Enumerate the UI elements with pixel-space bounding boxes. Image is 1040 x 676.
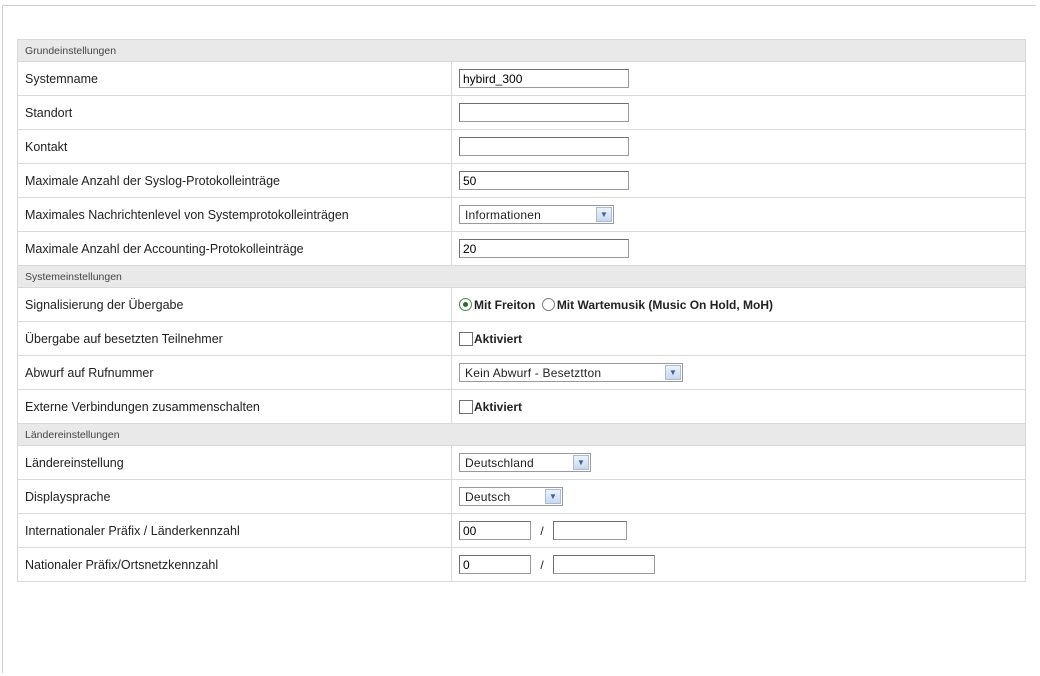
field-label: Displaysprache — [17, 479, 452, 514]
section-title: Grundeinstellungen — [16, 39, 1027, 62]
chevron-down-icon[interactable]: ▼ — [573, 455, 589, 470]
row-abwurf: Abwurf auf Rufnummer Kein Abwurf - Beset… — [17, 355, 1027, 390]
systemname-input[interactable] — [459, 69, 629, 88]
checkbox-label: Aktiviert — [474, 331, 523, 346]
checkbox-label: Aktiviert — [474, 399, 523, 414]
field-label: Internationaler Präfix / Länderkennzahl — [17, 513, 452, 548]
radio-label: Mit Freiton — [474, 297, 536, 312]
radio-mit-wartemusik[interactable] — [541, 298, 555, 312]
field-label: Abwurf auf Rufnummer — [17, 355, 452, 390]
row-national-prefix: Nationaler Präfix/Ortsnetzkennzahl / — [17, 547, 1027, 582]
section-header-laendereinstellungen: Ländereinstellungen — [16, 423, 1027, 446]
section-title: Systemeinstellungen — [16, 265, 1027, 288]
separator: / — [540, 523, 544, 538]
field-label: Maximales Nachrichtenlevel von Systempro… — [17, 197, 452, 232]
abwurf-select[interactable]: Kein Abwurf - Besetztton ▼ — [459, 363, 683, 382]
row-kontakt: Kontakt — [17, 129, 1027, 164]
field-label: Nationaler Präfix/Ortsnetzkennzahl — [17, 547, 452, 582]
field-label: Signalisierung der Übergabe — [17, 287, 452, 322]
select-value: Deutsch — [465, 489, 511, 504]
settings-form: Grundeinstellungen Systemname Standort K… — [16, 39, 1027, 582]
area-code-input[interactable] — [553, 555, 655, 574]
extern-connect-checkbox[interactable] — [459, 399, 473, 414]
chevron-down-icon[interactable]: ▼ — [545, 489, 561, 504]
national-prefix-input[interactable] — [459, 555, 531, 574]
field-label: Externe Verbindungen zusammenschalten — [17, 389, 452, 424]
chevron-down-icon[interactable]: ▼ — [596, 207, 612, 222]
row-intl-prefix: Internationaler Präfix / Länderkennzahl … — [17, 513, 1027, 548]
row-message-level: Maximales Nachrichtenlevel von Systempro… — [17, 197, 1027, 232]
intl-prefix-input[interactable] — [459, 521, 531, 540]
row-extern-connect: Externe Verbindungen zusammenschalten Ak… — [17, 389, 1027, 424]
select-value: Kein Abwurf - Besetztton — [465, 365, 602, 380]
select-value: Deutschland — [465, 455, 534, 470]
row-accounting-max: Maximale Anzahl der Accounting-Protokoll… — [17, 231, 1027, 266]
row-laendereinstellung: Ländereinstellung Deutschland ▼ — [17, 445, 1027, 480]
field-label: Standort — [17, 95, 452, 130]
select-value: Informationen — [465, 207, 541, 222]
field-label: Systemname — [17, 61, 452, 96]
row-standort: Standort — [17, 95, 1027, 130]
syslog-max-input[interactable] — [459, 171, 629, 190]
field-label: Maximale Anzahl der Syslog-Protokolleint… — [17, 163, 452, 198]
country-select[interactable]: Deutschland ▼ — [459, 453, 591, 472]
row-busy-transfer: Übergabe auf besetzten Teilnehmer Aktivi… — [17, 321, 1027, 356]
separator: / — [540, 557, 544, 572]
field-label: Maximale Anzahl der Accounting-Protokoll… — [17, 231, 452, 266]
radio-label: Mit Wartemusik (Music On Hold, MoH) — [556, 297, 774, 312]
kontakt-input[interactable] — [459, 137, 629, 156]
country-code-input[interactable] — [553, 521, 627, 540]
busy-transfer-checkbox[interactable] — [459, 331, 473, 346]
field-label: Ländereinstellung — [17, 445, 452, 480]
row-displaysprache: Displaysprache Deutsch ▼ — [17, 479, 1027, 514]
section-header-systemeinstellungen: Systemeinstellungen — [16, 265, 1027, 288]
message-level-select[interactable]: Informationen ▼ — [459, 205, 614, 224]
accounting-max-input[interactable] — [459, 239, 629, 258]
radio-mit-freiton[interactable] — [459, 298, 472, 312]
chevron-down-icon[interactable]: ▼ — [665, 365, 681, 380]
field-label: Kontakt — [17, 129, 452, 164]
section-title: Ländereinstellungen — [16, 423, 1027, 446]
row-signalisierung: Signalisierung der Übergabe Mit Freiton … — [17, 287, 1027, 322]
standort-input[interactable] — [459, 103, 629, 122]
row-systemname: Systemname — [17, 61, 1027, 96]
display-language-select[interactable]: Deutsch ▼ — [459, 487, 563, 506]
section-header-grundeinstellungen: Grundeinstellungen — [16, 39, 1027, 62]
field-label: Übergabe auf besetzten Teilnehmer — [17, 321, 452, 356]
row-syslog-max: Maximale Anzahl der Syslog-Protokolleint… — [17, 163, 1027, 198]
